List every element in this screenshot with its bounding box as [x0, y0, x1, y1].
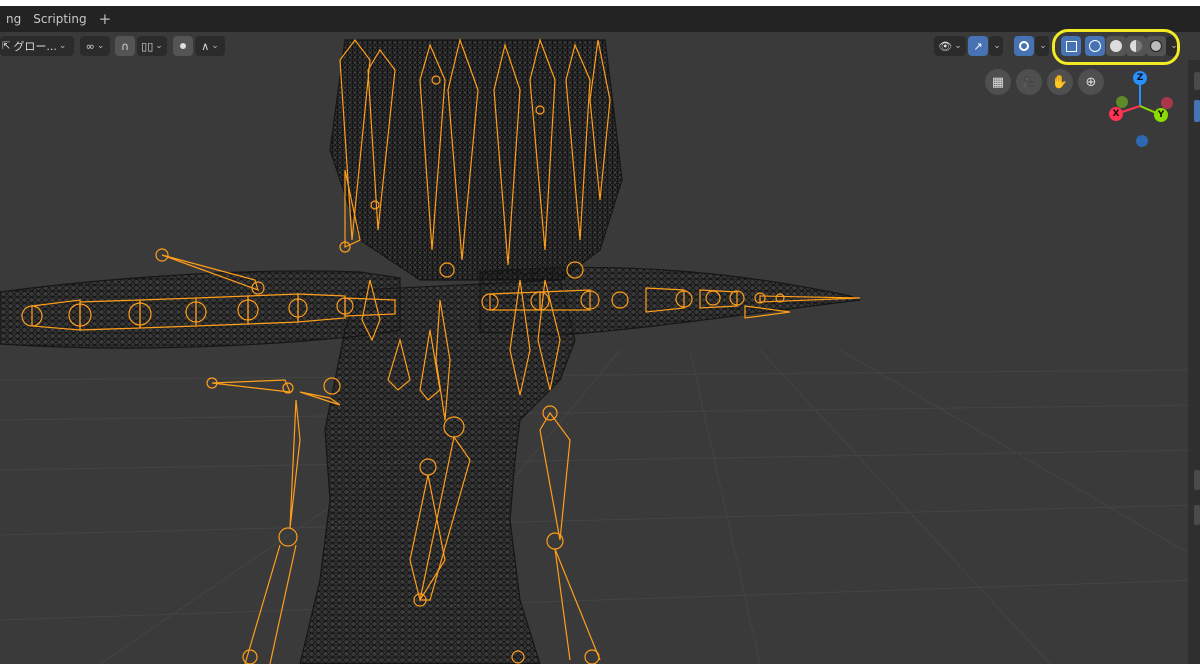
- gizmo-dropdown[interactable]: ⌄: [989, 36, 1003, 56]
- sidebar-toggle-tab[interactable]: [1194, 72, 1200, 90]
- wireframe-sphere-icon: [1089, 40, 1101, 52]
- snap-increment-icon: ▯▯: [141, 39, 154, 53]
- 3d-viewport[interactable]: [0, 32, 1200, 664]
- sidebar-tab-active[interactable]: [1194, 100, 1200, 122]
- overlays-icon: [1019, 41, 1029, 51]
- link-icon: ∞: [85, 39, 95, 53]
- pivot-point-dropdown[interactable]: ∞ ⌄: [80, 36, 110, 56]
- toggle-perspective-button[interactable]: ▦: [985, 69, 1011, 95]
- gizmo-arrow-icon: ↗: [973, 39, 983, 53]
- z-axis-button[interactable]: Z: [1133, 71, 1147, 85]
- neg-x-axis-dot[interactable]: [1161, 97, 1173, 109]
- orientation-icon: ⇱: [2, 40, 11, 52]
- grid-icon: ▦: [991, 74, 1005, 90]
- x-axis-button[interactable]: X: [1109, 107, 1123, 121]
- shading-solid-button[interactable]: [1106, 36, 1126, 56]
- proportional-editing-toggle[interactable]: [173, 36, 193, 56]
- tab-scripting[interactable]: Scripting: [27, 6, 92, 32]
- sidebar-edge: [1188, 60, 1200, 664]
- chevron-down-icon: ⌄: [954, 41, 962, 51]
- camera-view-button[interactable]: 🎥: [1016, 69, 1042, 95]
- sidebar-scroll-handle-2[interactable]: [1194, 505, 1200, 525]
- chevron-down-icon: ⌄: [1039, 41, 1047, 51]
- sidebar-scroll-handle[interactable]: [1194, 470, 1200, 490]
- overlays-toggle[interactable]: [1014, 36, 1034, 56]
- magnet-icon: ∩: [120, 39, 130, 53]
- snap-target-dropdown[interactable]: ▯▯ ⌄: [137, 36, 167, 56]
- gizmo-toggle[interactable]: ↗: [968, 36, 988, 56]
- shading-dropdown[interactable]: ⌄: [1166, 36, 1180, 56]
- viewport-canvas[interactable]: [0, 32, 1200, 664]
- rendered-sphere-icon: [1150, 40, 1162, 52]
- shading-wireframe-button[interactable]: [1085, 36, 1105, 56]
- chevron-down-icon: ⌄: [1170, 41, 1178, 51]
- add-workspace-button[interactable]: +: [93, 6, 118, 32]
- falloff-dropdown[interactable]: ∧ ⌄: [195, 36, 225, 56]
- visibility-dropdown[interactable]: 👁 ⌄: [934, 36, 966, 56]
- neg-z-axis-dot[interactable]: [1136, 135, 1148, 147]
- workspace-tab-bar: ng Scripting +: [0, 6, 1200, 32]
- transform-orientation-dropdown[interactable]: ⇱ グロー... ⌄: [0, 36, 74, 56]
- hand-icon: ✋: [1051, 74, 1069, 90]
- neg-y-axis-dot[interactable]: [1116, 96, 1128, 108]
- eye-icon: 👁: [938, 39, 953, 53]
- chevron-down-icon: ⌄: [211, 41, 219, 51]
- shading-material-button[interactable]: [1126, 36, 1146, 56]
- y-axis-button[interactable]: Y: [1154, 108, 1168, 122]
- chevron-down-icon: ⌄: [155, 41, 163, 51]
- chevron-down-icon: ⌄: [993, 41, 1001, 51]
- pan-view-button[interactable]: ✋: [1047, 69, 1073, 95]
- transform-orientation-label: グロー...: [13, 40, 57, 53]
- material-sphere-icon: [1130, 40, 1142, 52]
- shading-rendered-button[interactable]: [1146, 36, 1166, 56]
- falloff-curve-icon: ∧: [201, 39, 210, 53]
- tab-shading[interactable]: ng: [0, 6, 27, 32]
- xray-toggle[interactable]: [1061, 36, 1081, 56]
- snap-toggle[interactable]: ∩: [115, 36, 135, 56]
- zoom-view-button[interactable]: ⊕: [1078, 69, 1104, 95]
- mesh-wireframe: [0, 39, 861, 664]
- solid-sphere-icon: [1110, 40, 1122, 52]
- chevron-down-icon: ⌄: [96, 41, 105, 51]
- proportional-dot-icon: [180, 43, 186, 49]
- overlays-dropdown[interactable]: ⌄: [1035, 36, 1049, 56]
- chevron-down-icon: ⌄: [58, 41, 67, 51]
- xray-icon: [1065, 40, 1077, 52]
- camera-icon: 🎥: [1021, 75, 1037, 89]
- zoom-icon: ⊕: [1085, 74, 1097, 90]
- viewport-header: ⇱ グロー... ⌄ ∞ ⌄ ∩ ▯▯ ⌄ ∧ ⌄ 👁 ⌄ ↗ ⌄ ⌄ ⌄: [0, 32, 1200, 60]
- floor-grid: [0, 349, 1200, 664]
